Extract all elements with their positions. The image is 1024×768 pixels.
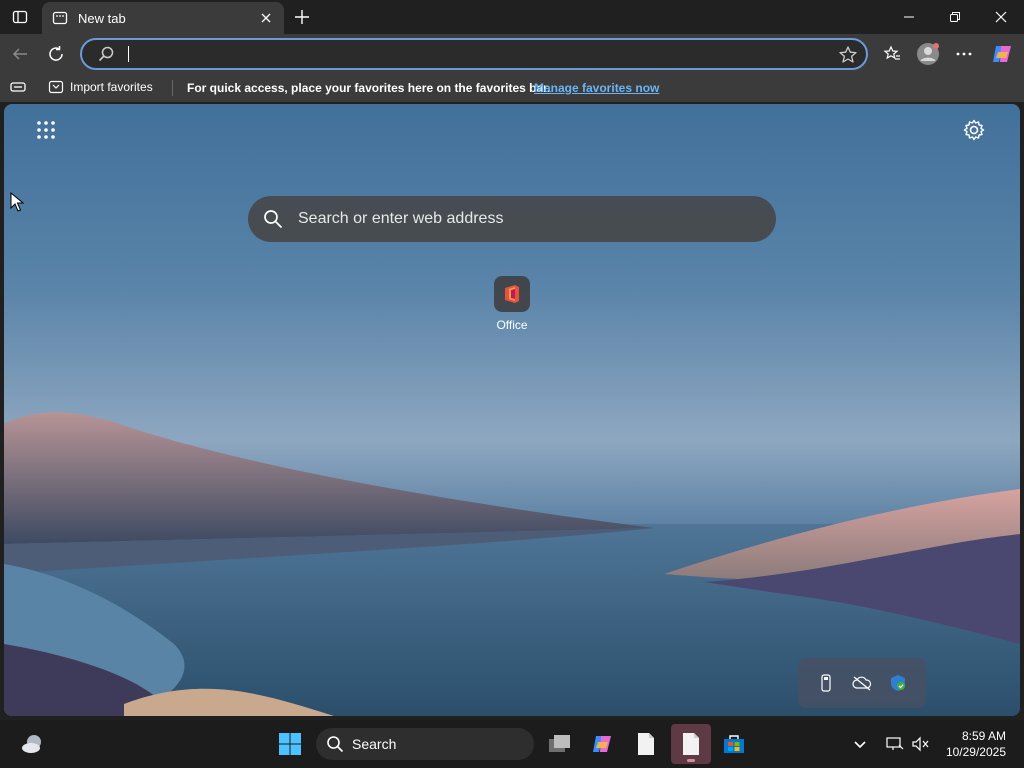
copilot-icon <box>593 736 611 752</box>
import-icon <box>48 80 64 94</box>
profile-button[interactable] <box>914 40 942 68</box>
weather-widget-button[interactable] <box>12 724 52 764</box>
new-tab-favicon-icon <box>52 10 68 26</box>
tab-title: New tab <box>78 10 126 26</box>
more-dots-icon <box>956 52 972 56</box>
clock-date: 10/29/2025 <box>945 745 1006 759</box>
close-icon <box>261 13 271 23</box>
copilot-button[interactable] <box>988 40 1016 68</box>
office-icon <box>494 276 530 312</box>
clock-time: 8:59 AM <box>961 729 1006 743</box>
plus-icon <box>295 10 309 24</box>
notepad-taskbar-button[interactable] <box>626 724 666 764</box>
favorites-bar-toggle-icon[interactable] <box>10 80 26 97</box>
windows-logo-icon <box>279 733 301 755</box>
security-shield-icon[interactable] <box>886 671 910 695</box>
browser-toolbar <box>0 34 1024 74</box>
add-favorite-star-icon[interactable] <box>838 45 858 70</box>
window-controls <box>886 0 1024 34</box>
document-icon <box>638 733 654 755</box>
volume-tray-button[interactable] <box>908 724 932 764</box>
restore-icon <box>950 12 960 22</box>
text-caret <box>128 46 129 62</box>
favorites-bar-divider <box>172 80 173 96</box>
status-widget <box>798 658 926 708</box>
import-favorites-button[interactable]: Import favorites <box>48 79 153 95</box>
copilot-icon <box>993 46 1011 62</box>
taskbar: Search 8:59 AM 10/29/2025 <box>0 720 1024 768</box>
refresh-button[interactable] <box>42 40 70 68</box>
tab-actions-button[interactable] <box>8 6 32 28</box>
store-taskbar-button[interactable] <box>714 724 754 764</box>
network-monitor-icon <box>886 737 904 750</box>
manage-favorites-link[interactable]: Manage favorites now <box>534 81 659 95</box>
favorites-star-list-icon <box>883 45 900 60</box>
network-tray-button[interactable] <box>882 724 908 764</box>
taskbar-search-box[interactable]: Search <box>316 728 534 760</box>
usb-drive-icon[interactable] <box>814 671 838 695</box>
gear-icon <box>963 119 985 141</box>
active-indicator <box>687 759 695 762</box>
profile-avatar-icon <box>917 43 939 65</box>
favorites-bar-message: For quick access, place your favorites h… <box>187 81 551 95</box>
quick-link-tile-office[interactable]: Office <box>486 276 538 332</box>
page-settings-button[interactable] <box>962 118 986 142</box>
restore-button[interactable] <box>932 0 978 34</box>
back-button[interactable] <box>6 40 34 68</box>
cloud-off-icon[interactable] <box>850 671 874 695</box>
system-clock[interactable]: 8:59 AM 10/29/2025 <box>946 728 1006 760</box>
chevron-up-icon <box>854 741 866 749</box>
import-favorites-label: Import favorites <box>70 80 153 94</box>
tab-actions-icon <box>12 10 28 24</box>
refresh-icon <box>49 46 63 61</box>
tile-label: Office <box>496 318 528 332</box>
start-button[interactable] <box>270 724 310 764</box>
volume-muted-icon <box>912 736 929 752</box>
new-tab-page: Search or enter web address Office <box>4 104 1020 716</box>
search-icon <box>98 46 114 67</box>
address-input[interactable] <box>124 44 824 64</box>
search-icon <box>327 736 344 753</box>
minimize-button[interactable] <box>886 0 932 34</box>
new-tab-button[interactable] <box>290 5 314 29</box>
copilot-taskbar-button[interactable] <box>582 724 622 764</box>
favorites-bar: Import favorites For quick access, place… <box>0 74 1024 102</box>
task-view-button[interactable] <box>540 724 580 764</box>
title-bar: New tab <box>0 0 1024 34</box>
show-hidden-icons-button[interactable] <box>842 724 878 764</box>
close-icon <box>995 11 1007 23</box>
address-bar[interactable] <box>80 38 868 70</box>
store-bag-icon <box>724 735 744 753</box>
back-arrow-icon <box>12 48 27 60</box>
settings-more-button[interactable] <box>950 40 978 68</box>
weather-cloud-icon <box>22 735 41 753</box>
ntp-search-placeholder: Search or enter web address <box>298 210 504 227</box>
search-icon <box>262 208 284 230</box>
ntp-search-box[interactable]: Search or enter web address <box>248 196 776 242</box>
favorites-button[interactable] <box>878 40 906 68</box>
minimize-icon <box>904 16 914 18</box>
close-window-button[interactable] <box>978 0 1024 34</box>
document-icon <box>683 733 699 755</box>
apps-launcher-button[interactable] <box>34 118 58 142</box>
mouse-cursor-icon <box>10 192 24 212</box>
tab-close-button[interactable] <box>254 6 278 30</box>
active-document-taskbar-button[interactable] <box>671 724 711 764</box>
app-grid-icon <box>37 121 55 139</box>
task-view-icon <box>549 735 570 752</box>
tab-new-tab[interactable]: New tab <box>42 2 284 34</box>
taskbar-search-label: Search <box>352 736 397 752</box>
